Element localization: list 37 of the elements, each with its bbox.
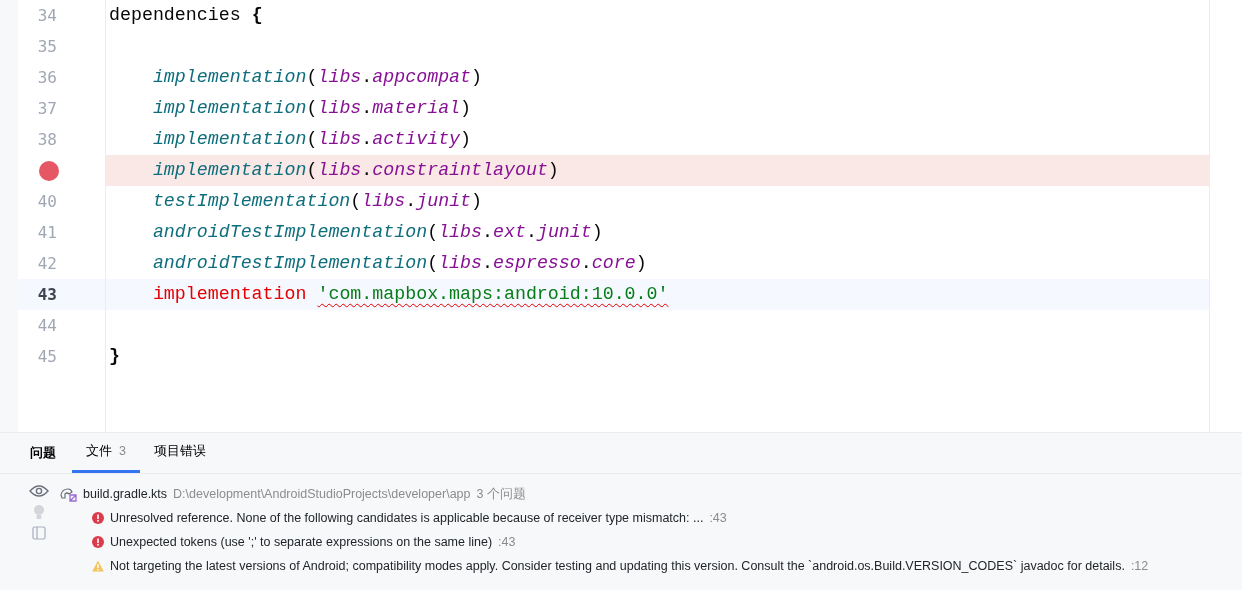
code-line: implementation(libs.material) — [151, 96, 473, 120]
line-number: 34 — [37, 4, 57, 27]
code-line: implementation(libs.activity) — [151, 127, 473, 151]
line-reference: :43 — [709, 509, 727, 527]
code-line: androidTestImplementation(libs.ext.junit) — [151, 220, 604, 244]
line-number: 41 — [37, 221, 57, 244]
error-icon — [92, 512, 104, 524]
line-reference: :12 — [1130, 557, 1149, 575]
line-number: 42 — [37, 252, 57, 275]
eye-icon[interactable] — [29, 484, 49, 498]
line-number: 37 — [37, 97, 57, 120]
line-number: 38 — [37, 128, 57, 151]
code-line: testImplementation(libs.junit) — [151, 189, 484, 213]
line-number: 36 — [37, 66, 57, 89]
line-number: 35 — [37, 35, 57, 58]
tab[interactable]: 项目错误 — [139, 433, 220, 473]
gradle-file-icon — [60, 486, 77, 502]
line-number: 40 — [37, 190, 57, 213]
tab[interactable]: 文件 3 — [72, 433, 140, 473]
problem-message[interactable]: Unexpected tokens (use ';' to separate expressions on the same line) — [110, 532, 493, 552]
warning-icon — [92, 560, 104, 572]
error-icon — [92, 536, 104, 548]
panel-title: 问题 — [30, 444, 56, 462]
line-number: 43 — [37, 283, 57, 306]
line-number: 44 — [37, 314, 57, 337]
problem-message[interactable]: Unresolved reference. None of the following candidates is applicable because of receiver type mismatch: ... — [110, 508, 704, 528]
breakpoint-icon[interactable] — [39, 160, 59, 181]
file-path: D:\development\AndroidStudioProjects\developer\app — [173, 485, 471, 503]
problem-message[interactable]: Not targeting the latest versions of Android; compatibility modes apply. Consider testing and updating this version. Consult the `android.os.Build.VERSION_CODES` javadoc for details. — [110, 556, 1125, 576]
code-line: } — [108, 344, 121, 368]
code-line: dependencies { — [108, 3, 264, 27]
file-name[interactable]: build.gradle.kts — [83, 484, 168, 504]
code-line: androidTestImplementation(libs.espresso.core) — [151, 251, 648, 275]
line-reference: :43 — [498, 533, 516, 551]
line-number: 45 — [37, 345, 57, 368]
problem-count: 3 个问题 — [476, 485, 526, 503]
code-line: implementation(libs.appcompat) — [151, 65, 484, 89]
